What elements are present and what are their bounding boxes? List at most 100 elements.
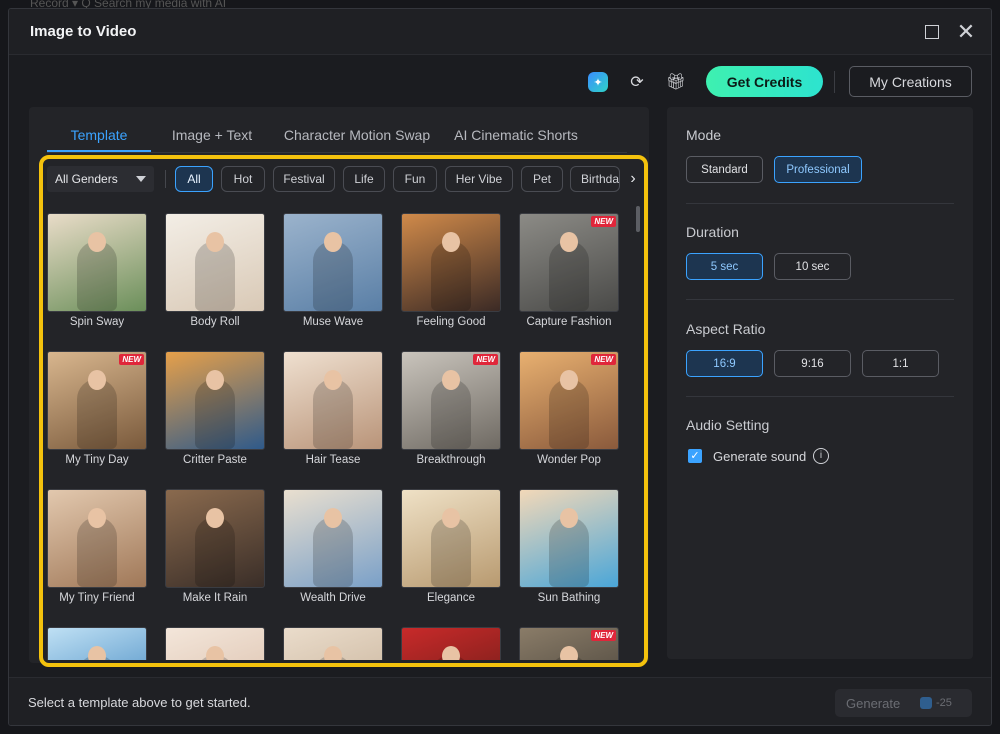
footer-bar: Select a template above to get started. … xyxy=(9,677,991,725)
template-card[interactable]: NEW xyxy=(519,627,619,660)
template-thumbnail: NEW xyxy=(519,213,619,312)
template-card[interactable]: Wealth Drive xyxy=(283,489,383,604)
template-card[interactable]: Make It Rain xyxy=(165,489,265,604)
chip-all[interactable]: All xyxy=(175,166,213,192)
tab-template[interactable]: Template xyxy=(47,127,151,152)
chip-pet[interactable]: Pet xyxy=(521,166,563,192)
mode-standard-button[interactable]: Standard xyxy=(686,156,763,183)
figure-head-shape xyxy=(442,646,460,660)
figure-head-shape xyxy=(442,370,460,390)
template-card[interactable]: NEW Capture Fashion xyxy=(519,213,619,328)
figure-head-shape xyxy=(88,232,106,252)
template-thumbnail xyxy=(401,213,501,312)
template-card[interactable]: Elegance xyxy=(401,489,501,604)
chevron-right-icon[interactable]: › xyxy=(625,169,641,189)
generate-sound-label: Generate sound xyxy=(713,449,807,464)
get-credits-button[interactable]: Get Credits xyxy=(706,66,823,97)
template-label: Elegance xyxy=(427,592,475,604)
template-card[interactable]: Hair Tease xyxy=(283,351,383,466)
chip-hot[interactable]: Hot xyxy=(221,166,265,192)
template-card[interactable]: Sun Bathing xyxy=(519,489,619,604)
template-thumbnail xyxy=(283,627,383,660)
dialog-title: Image to Video xyxy=(30,23,137,40)
credit-icon xyxy=(920,697,932,709)
template-label: Sun Bathing xyxy=(537,592,601,604)
figure-head-shape xyxy=(88,508,106,528)
template-card[interactable]: NEW My Tiny Day xyxy=(47,351,147,466)
aspect-ratio-title: Aspect Ratio xyxy=(686,321,766,337)
template-thumbnail xyxy=(401,627,501,660)
tab-character-motion-swap[interactable]: Character Motion Swap xyxy=(273,127,441,152)
chip-her-vibe[interactable]: Her Vibe xyxy=(445,166,513,192)
template-card[interactable]: Feeling Good xyxy=(401,213,501,328)
chip-festival[interactable]: Festival xyxy=(273,166,335,192)
close-icon: ✕ xyxy=(956,19,976,44)
figure-head-shape xyxy=(324,232,342,252)
maximize-button[interactable] xyxy=(921,21,943,43)
template-grid: Spin Sway Body Roll Muse Wave Feeling Good N… xyxy=(47,205,641,660)
figure-head-shape xyxy=(206,232,224,252)
template-card[interactable]: My Tiny Friend xyxy=(47,489,147,604)
chip-life[interactable]: Life xyxy=(343,166,385,192)
figure-head-shape xyxy=(206,646,224,660)
figure-head-shape xyxy=(560,232,578,252)
template-label: Make It Rain xyxy=(182,592,248,604)
figure-head-shape xyxy=(324,508,342,528)
ai-sparkle-button[interactable]: ✦ xyxy=(587,71,609,93)
template-card[interactable]: Critter Paste xyxy=(165,351,265,466)
template-thumbnail: NEW xyxy=(401,351,501,450)
template-card[interactable] xyxy=(401,627,501,660)
template-label: Feeling Good xyxy=(416,316,486,328)
section-divider xyxy=(686,203,954,204)
grid-scrollbar[interactable] xyxy=(636,206,640,232)
template-card[interactable]: NEW Wonder Pop xyxy=(519,351,619,466)
duration-5sec-button[interactable]: 5 sec xyxy=(686,253,763,280)
chip-fun[interactable]: Fun xyxy=(393,166,437,192)
template-card[interactable] xyxy=(165,627,265,660)
footer-hint: Select a template above to get started. xyxy=(28,695,251,710)
template-card[interactable] xyxy=(47,627,147,660)
tab-image-text[interactable]: Image + Text xyxy=(151,127,273,152)
template-card[interactable] xyxy=(283,627,383,660)
my-creations-button[interactable]: My Creations xyxy=(849,66,972,97)
template-thumbnail xyxy=(165,213,265,312)
filter-bar: All Genders All Hot Festival Life Fun He… xyxy=(47,166,641,192)
template-thumbnail xyxy=(519,489,619,588)
info-icon[interactable]: i xyxy=(813,448,829,464)
refresh-icon: ⟳ xyxy=(630,74,644,91)
section-divider xyxy=(686,299,954,300)
mode-professional-button[interactable]: Professional xyxy=(774,156,862,183)
template-card[interactable]: Body Roll xyxy=(165,213,265,328)
template-card[interactable]: Muse Wave xyxy=(283,213,383,328)
template-label: Wonder Pop xyxy=(537,454,601,466)
close-button[interactable]: ✕ xyxy=(955,21,977,43)
tab-ai-cinematic-shorts[interactable]: AI Cinematic Shorts xyxy=(441,127,591,152)
figure-head-shape xyxy=(88,646,106,660)
tab-bar: Template Image + Text Character Motion S… xyxy=(47,127,627,153)
gender-select[interactable]: All Genders xyxy=(47,166,154,192)
aspect-1-1-button[interactable]: 1:1 xyxy=(862,350,939,377)
template-thumbnail xyxy=(165,627,265,660)
duration-10sec-button[interactable]: 10 sec xyxy=(774,253,851,280)
new-badge: NEW xyxy=(591,630,616,641)
template-card[interactable]: NEW Breakthrough xyxy=(401,351,501,466)
generate-button[interactable]: Generate -25 xyxy=(835,689,972,717)
template-card[interactable]: Spin Sway xyxy=(47,213,147,328)
generate-sound-checkbox[interactable]: ✓ xyxy=(688,449,702,463)
template-thumbnail xyxy=(401,489,501,588)
refresh-button[interactable]: ⟳ xyxy=(626,71,648,93)
template-thumbnail xyxy=(47,627,147,660)
template-label: Critter Paste xyxy=(183,454,247,466)
mode-title: Mode xyxy=(686,127,722,143)
template-label: Breakthrough xyxy=(416,454,486,466)
gift-button[interactable]: 🎁︎ xyxy=(665,71,687,93)
chip-birthday[interactable]: Birthday xyxy=(570,166,620,192)
maximize-icon xyxy=(925,25,939,39)
figure-head-shape xyxy=(206,508,224,528)
figure-head-shape xyxy=(442,232,460,252)
filter-divider xyxy=(165,170,166,188)
template-label: Muse Wave xyxy=(302,316,364,328)
aspect-16-9-button[interactable]: 16:9 xyxy=(686,350,763,377)
gift-icon: 🎁︎ xyxy=(665,74,687,91)
aspect-9-16-button[interactable]: 9:16 xyxy=(774,350,851,377)
